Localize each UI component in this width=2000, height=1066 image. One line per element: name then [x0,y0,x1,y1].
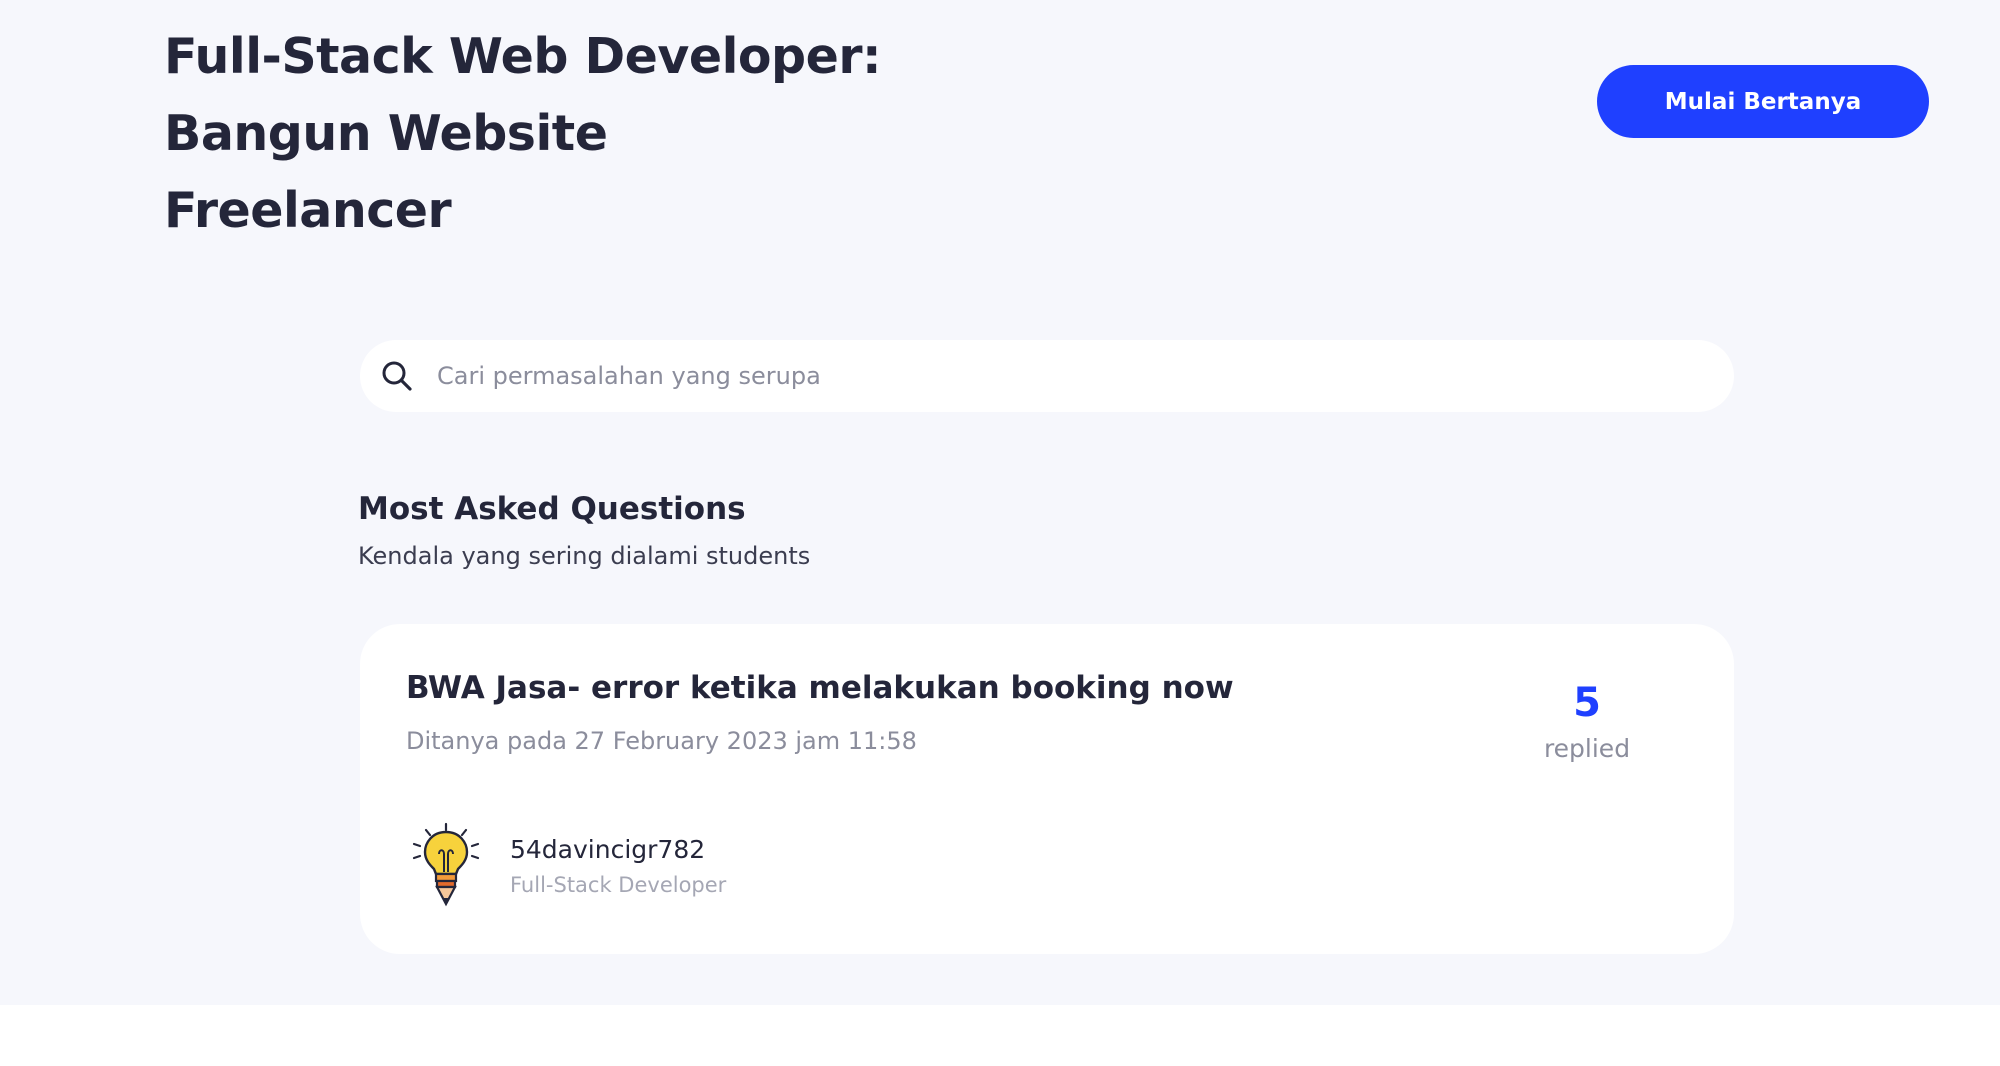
question-date: Ditanya pada 27 February 2023 jam 11:58 [406,727,917,755]
course-title: Full-Stack Web Developer: Bangun Website… [164,18,924,249]
course-title-line: Freelancer [164,182,452,239]
search-bar[interactable] [360,340,1734,412]
course-title-line: Full-Stack Web Developer: [164,28,882,85]
section-subtitle: Kendala yang sering dialami students [358,542,811,570]
question-title[interactable]: BWA Jasa- error ketika melakukan booking… [406,667,1234,709]
question-card[interactable]: BWA Jasa- error ketika melakukan booking… [360,624,1734,954]
reply-count: 5 [1573,680,1601,726]
section-title: Most Asked Questions [358,491,746,527]
search-icon [382,361,412,391]
reply-count-box: 5 replied [1530,679,1644,765]
author-role: Full-Stack Developer [510,873,727,897]
course-title-line: Bangun Website [164,105,608,162]
author-name: 54davincigr782 [510,835,706,864]
ask-question-button[interactable]: Mulai Bertanya [1597,65,1929,138]
lightbulb-pencil-icon [412,822,480,907]
search-input[interactable] [437,340,1697,412]
page-background: Full-Stack Web Developer: Bangun Website… [0,0,2000,1005]
question-author: 54davincigr782 Full-Stack Developer [406,822,906,914]
reply-label: replied [1543,734,1631,763]
